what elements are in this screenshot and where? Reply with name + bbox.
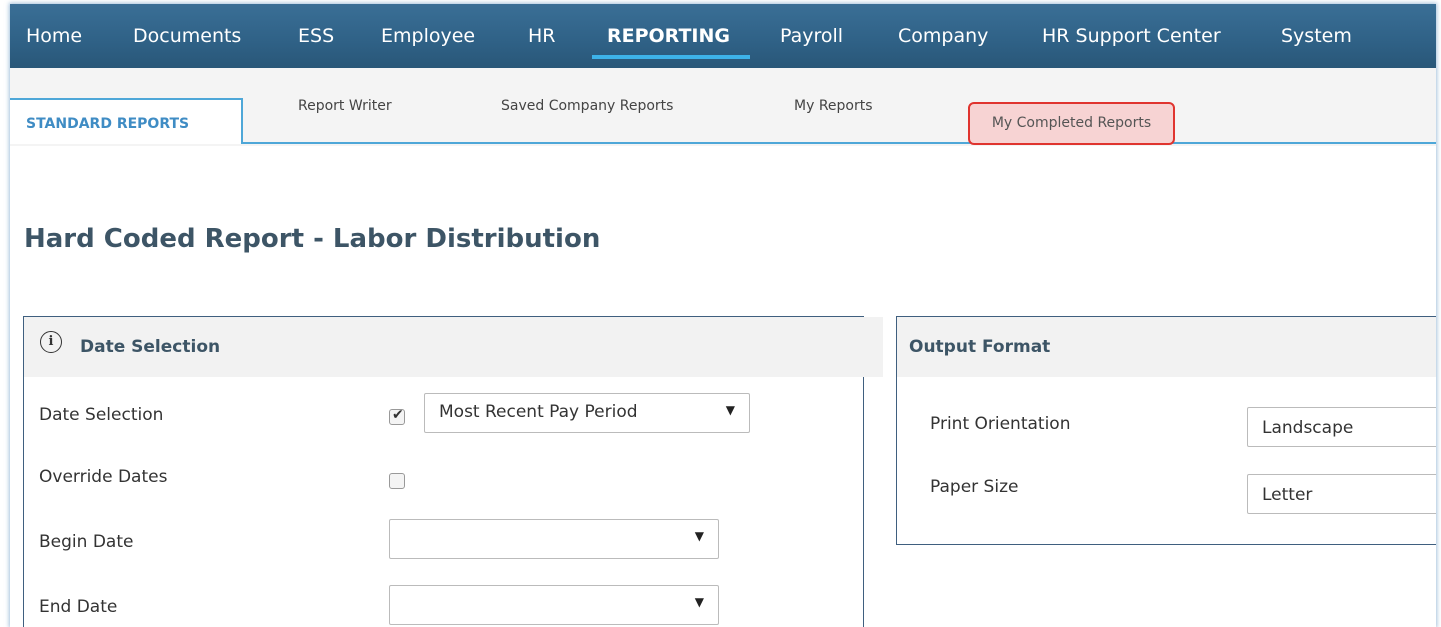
print-orientation-label: Print Orientation xyxy=(930,414,1071,434)
chevron-down-icon: ▼ xyxy=(725,403,735,417)
begin-date-select[interactable]: ▼ xyxy=(389,519,719,559)
date-selection-header: i Date Selection xyxy=(24,317,883,377)
print-orientation-select[interactable]: Landscape xyxy=(1247,407,1436,447)
print-orientation-value: Landscape xyxy=(1262,418,1354,438)
nav-system[interactable]: System xyxy=(1281,4,1352,68)
checkmark-icon: ✔ xyxy=(392,407,404,423)
nav-home[interactable]: Home xyxy=(26,4,82,68)
nav-company[interactable]: Company xyxy=(898,4,988,68)
date-selection-heading: Date Selection xyxy=(80,337,221,357)
date-selection-checkbox[interactable]: ✔ xyxy=(389,407,405,425)
override-dates-label: Override Dates xyxy=(39,467,168,487)
tab-report-writer[interactable]: Report Writer xyxy=(298,98,392,114)
chevron-down-icon: ▼ xyxy=(694,529,704,543)
paper-size-label: Paper Size xyxy=(930,477,1019,497)
nav-payroll[interactable]: Payroll xyxy=(780,4,843,68)
end-date-label: End Date xyxy=(39,597,118,617)
paper-size-value: Letter xyxy=(1262,485,1313,505)
date-selection-panel: i Date Selection Date Selection ✔ Most R… xyxy=(23,316,883,627)
report-subtabs: STANDARD REPORTS Report Writer Saved Com… xyxy=(10,68,1436,146)
tab-my-reports[interactable]: My Reports xyxy=(794,98,873,114)
begin-date-label: Begin Date xyxy=(39,532,134,552)
active-nav-indicator xyxy=(592,55,750,59)
output-format-header: Output Format xyxy=(897,317,1436,377)
chevron-down-icon: ▼ xyxy=(694,595,704,609)
info-icon[interactable]: i xyxy=(40,331,62,353)
date-selection-label: Date Selection xyxy=(39,405,164,425)
paper-size-select[interactable]: Letter xyxy=(1247,474,1436,514)
output-format-heading: Output Format xyxy=(909,337,1051,357)
nav-hr[interactable]: HR xyxy=(528,4,556,68)
date-selection-value: Most Recent Pay Period xyxy=(439,402,638,422)
tab-saved-company-reports[interactable]: Saved Company Reports xyxy=(501,98,673,114)
date-selection-select[interactable]: Most Recent Pay Period ▼ xyxy=(424,393,750,433)
nav-ess[interactable]: ESS xyxy=(298,4,334,68)
nav-hr-support-center[interactable]: HR Support Center xyxy=(1042,4,1221,68)
app-window: Home Documents ESS Employee HR REPORTING… xyxy=(10,4,1436,627)
top-navigation: Home Documents ESS Employee HR REPORTING… xyxy=(10,4,1436,68)
nav-documents[interactable]: Documents xyxy=(133,4,241,68)
end-date-select[interactable]: ▼ xyxy=(389,585,719,625)
output-format-panel: Output Format Print Orientation Landscap… xyxy=(896,316,1436,545)
override-dates-checkbox[interactable] xyxy=(389,473,405,489)
tab-my-completed-reports[interactable]: My Completed Reports xyxy=(968,102,1175,145)
tab-standard-reports[interactable]: STANDARD REPORTS xyxy=(10,98,243,144)
nav-employee[interactable]: Employee xyxy=(381,4,475,68)
page-title: Hard Coded Report - Labor Distribution xyxy=(24,224,601,254)
